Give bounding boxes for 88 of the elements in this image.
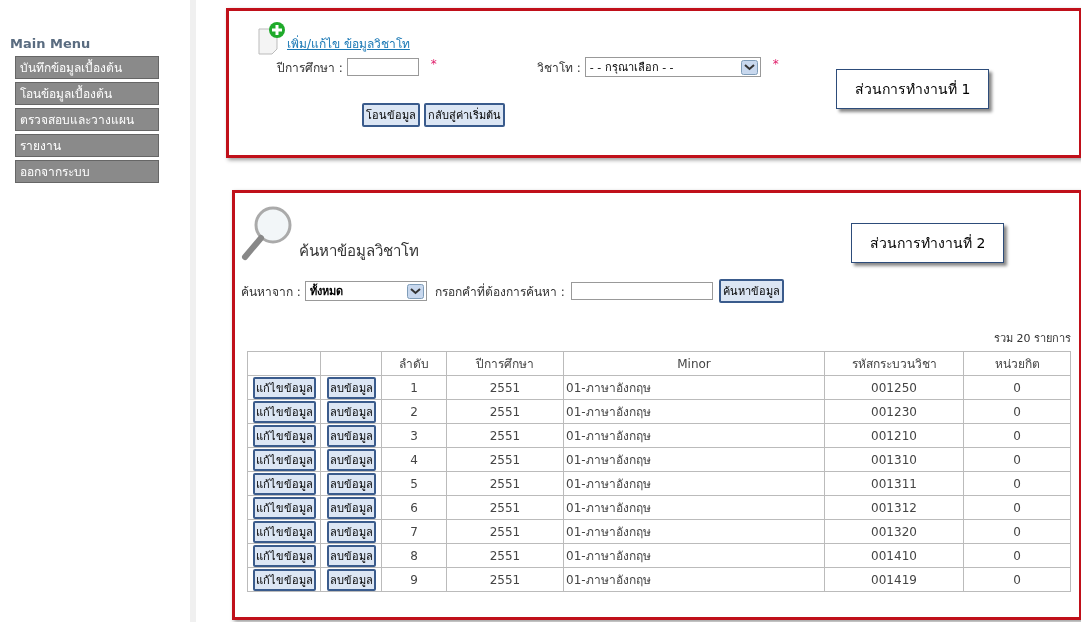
year-label: ปีการศึกษา : bbox=[277, 59, 343, 77]
table-cell: 001410 bbox=[824, 543, 964, 568]
delete-button[interactable]: ลบข้อมูล bbox=[326, 376, 376, 399]
table-cell: 001419 bbox=[824, 567, 964, 592]
table-cell: 1 bbox=[381, 375, 447, 400]
table-cell: 2551 bbox=[446, 471, 564, 496]
total-count: รวม 20 รายการ bbox=[993, 331, 1071, 347]
edit-button[interactable]: แก้ไขข้อมูล bbox=[252, 424, 316, 447]
delete-button[interactable]: ลบข้อมูล bbox=[326, 424, 376, 447]
table-cell: 2551 bbox=[446, 423, 564, 448]
edit-button[interactable]: แก้ไขข้อมูล bbox=[252, 496, 316, 519]
table-cell: 01-ภาษาอังกฤษ bbox=[563, 471, 825, 496]
table-cell: 2551 bbox=[446, 399, 564, 424]
table-cell: 01-ภาษาอังกฤษ bbox=[563, 447, 825, 472]
table-cell: 0 bbox=[963, 447, 1071, 472]
table-cell: 3 bbox=[381, 423, 447, 448]
table-cell: 6 bbox=[381, 495, 447, 520]
table-cell: 2551 bbox=[446, 375, 564, 400]
callout-label: ส่วนการทำงานที่ 2 bbox=[851, 223, 1005, 263]
search-button[interactable]: ค้นหาข้อมูล bbox=[718, 279, 784, 303]
minor-label: วิชาโท : bbox=[536, 59, 581, 77]
table-cell: 001250 bbox=[824, 375, 964, 400]
keyword-label: กรอกคำที่ต้องการค้นหา : bbox=[434, 282, 565, 301]
table-cell: 001311 bbox=[824, 471, 964, 496]
table-cell: 01-ภาษาอังกฤษ bbox=[563, 543, 825, 568]
table-cell: 001310 bbox=[824, 447, 964, 472]
table-cell: 2551 bbox=[446, 519, 564, 544]
delete-button[interactable]: ลบข้อมูล bbox=[326, 400, 376, 423]
table-cell: 0 bbox=[963, 567, 1071, 592]
table-cell: 0 bbox=[963, 423, 1071, 448]
form-button[interactable]: โอนข้อมูล bbox=[362, 103, 420, 127]
table-cell: 2551 bbox=[446, 495, 564, 520]
delete-button[interactable]: ลบข้อมูล bbox=[326, 496, 376, 519]
edit-button[interactable]: แก้ไขข้อมูล bbox=[252, 400, 316, 423]
menu-title: Main Menu bbox=[10, 36, 92, 51]
table-cell: 01-ภาษาอังกฤษ bbox=[563, 375, 825, 400]
table-cell: 2551 bbox=[446, 543, 564, 568]
table-cell: 01-ภาษาอังกฤษ bbox=[563, 423, 825, 448]
table-cell: 5 bbox=[381, 471, 447, 496]
delete-button[interactable]: ลบข้อมูล bbox=[326, 448, 376, 471]
table-cell: 0 bbox=[963, 495, 1071, 520]
table-cell: 01-ภาษาอังกฤษ bbox=[563, 567, 825, 592]
delete-button[interactable]: ลบข้อมูล bbox=[326, 568, 376, 591]
edit-button[interactable]: แก้ไขข้อมูล bbox=[252, 568, 316, 591]
add-edit-minor-link[interactable]: เพิ่ม/แก้ไข ข้อมูลวิชาโท bbox=[287, 34, 410, 53]
callout-label: ส่วนการทำงานที่ 1 bbox=[836, 69, 990, 109]
table-cell: 0 bbox=[963, 375, 1071, 400]
table-cell: 01-ภาษาอังกฤษ bbox=[563, 399, 825, 424]
table-cell: 01-ภาษาอังกฤษ bbox=[563, 495, 825, 520]
edit-button[interactable]: แก้ไขข้อมูล bbox=[252, 376, 316, 399]
table-cell: 2 bbox=[381, 399, 447, 424]
table-cell: 9 bbox=[381, 567, 447, 592]
table-cell: 001230 bbox=[824, 399, 964, 424]
table-cell: 2551 bbox=[446, 567, 564, 592]
search-from-label: ค้นหาจาก : bbox=[241, 283, 301, 301]
column-header: ปีการศึกษา bbox=[446, 351, 564, 376]
table-cell: 001210 bbox=[824, 423, 964, 448]
table-cell: 0 bbox=[963, 519, 1071, 544]
table-cell: 0 bbox=[963, 471, 1071, 496]
edit-button[interactable]: แก้ไขข้อมูล bbox=[252, 544, 316, 567]
column-header: ลำดับ bbox=[381, 351, 447, 376]
delete-button[interactable]: ลบข้อมูล bbox=[326, 520, 376, 543]
delete-button[interactable]: ลบข้อมูล bbox=[326, 472, 376, 495]
required-mark: * bbox=[430, 57, 437, 71]
section-title: ค้นหาข้อมูลวิชาโท bbox=[299, 241, 419, 262]
table-cell: 7 bbox=[381, 519, 447, 544]
delete-button[interactable]: ลบข้อมูล bbox=[326, 544, 376, 567]
column-header: Minor bbox=[563, 351, 825, 376]
table-cell: 8 bbox=[381, 543, 447, 568]
table-cell: 001320 bbox=[824, 519, 964, 544]
column-header: รหัสกระบวนวิชา bbox=[824, 351, 964, 376]
table-cell: 2551 bbox=[446, 447, 564, 472]
edit-button[interactable]: แก้ไขข้อมูล bbox=[252, 520, 316, 543]
search-from-dropdown[interactable]: ทั้งหมด bbox=[304, 281, 427, 301]
table-cell: 0 bbox=[963, 543, 1071, 568]
minor-dropdown[interactable]: - - กรุณาเลือก - - bbox=[584, 57, 761, 77]
table-cell: 0 bbox=[963, 399, 1071, 424]
column-header: หน่วยกิต bbox=[963, 351, 1071, 376]
table-cell: 01-ภาษาอังกฤษ bbox=[563, 519, 825, 544]
keyword-input[interactable] bbox=[570, 282, 713, 300]
edit-button[interactable]: แก้ไขข้อมูล bbox=[252, 472, 316, 495]
year-input[interactable] bbox=[346, 58, 419, 76]
add-document-icon bbox=[257, 21, 287, 55]
table-cell: 4 bbox=[381, 447, 447, 472]
table-cell: 001312 bbox=[824, 495, 964, 520]
required-mark: * bbox=[772, 57, 779, 71]
edit-button[interactable]: แก้ไขข้อมูล bbox=[252, 448, 316, 471]
form-button[interactable]: กลับสู่ค่าเริ่มต้น bbox=[424, 103, 505, 127]
